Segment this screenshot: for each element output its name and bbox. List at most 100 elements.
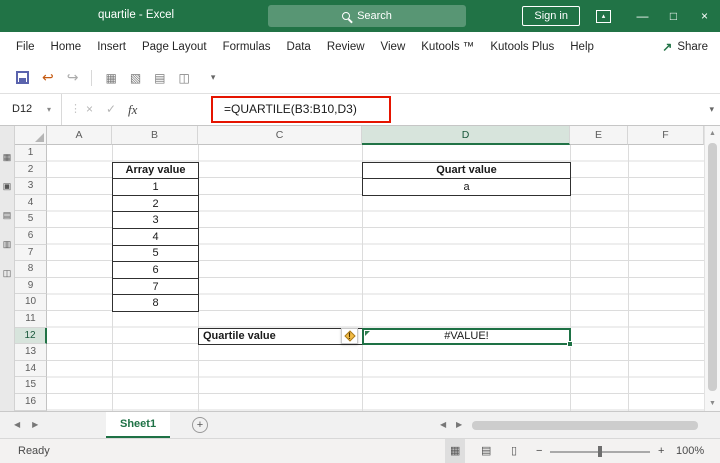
zoom-out-button[interactable]: − [536,439,542,463]
row-header-14[interactable]: 14 [15,361,47,378]
fill-handle[interactable] [567,341,573,347]
expand-formula-bar-icon[interactable]: ▾ [709,94,714,125]
formula-bar-divider: ⋮ [70,94,81,125]
cell-d2-quart-header[interactable]: Quart value [362,162,571,180]
customize-qat-icon[interactable]: ▾ [211,72,216,83]
next-sheet-icon[interactable]: ▶ [32,412,38,438]
pane-print-icon[interactable]: ▤ [3,210,12,220]
horizontal-scrollbar-thumb[interactable] [472,421,698,430]
cell-b4[interactable]: 2 [112,195,199,213]
tab-navigation: ◀ ▶ [14,412,38,438]
hscroll-left-icon[interactable]: ◀ [440,412,446,438]
view-page-break-icon[interactable]: ▯ [506,439,522,463]
cell-b9[interactable]: 7 [112,278,199,296]
cell-c12-label[interactable]: Quartile value [198,328,363,346]
zoom-slider-thumb[interactable] [598,446,602,457]
row-header-4[interactable]: 4 [15,195,47,212]
cell-b7[interactable]: 5 [112,245,199,263]
view-normal-icon[interactable]: ▦ [445,439,465,463]
tab-help[interactable]: Help [562,32,602,62]
row-header-10[interactable]: 10 [15,294,47,311]
vertical-scrollbar[interactable]: ▲ ▼ [704,126,720,411]
zoom-level[interactable]: 100% [676,439,704,463]
column-header-c[interactable]: C [198,126,362,145]
pane-columns-icon[interactable]: ▥ [3,239,12,249]
search-box[interactable]: Search [268,5,466,27]
name-box-dropdown-icon[interactable]: ▾ [47,94,51,125]
redo-icon[interactable]: ↪ [67,69,79,86]
tab-review[interactable]: Review [319,32,373,62]
cell-b3[interactable]: 1 [112,178,199,196]
tab-formulas[interactable]: Formulas [215,32,279,62]
row-header-8[interactable]: 8 [15,261,47,278]
hscroll-right-icon[interactable]: ▶ [456,412,462,438]
tab-insert[interactable]: Insert [89,32,134,62]
row-header-1[interactable]: 1 [15,145,47,162]
tab-kutools-plus[interactable]: Kutools Plus [482,32,562,62]
cell-b6[interactable]: 4 [112,228,199,246]
tab-home[interactable]: Home [43,32,90,62]
column-header-a[interactable]: A [47,126,112,145]
cell-b2-array-header[interactable]: Array value [112,162,199,180]
column-header-d[interactable]: D [362,126,570,145]
tab-view[interactable]: View [373,32,414,62]
row-header-16[interactable]: 16 [15,394,47,411]
tab-kutools[interactable]: Kutools ™ [413,32,482,62]
enter-icon[interactable]: ✓ [106,94,116,125]
row-header-5[interactable]: 5 [15,211,47,228]
row-header-7[interactable]: 7 [15,245,47,262]
qat-page-icon[interactable]: ▧ [130,71,141,85]
view-page-layout-icon[interactable]: ▤ [476,439,496,463]
row-header-2[interactable]: 2 [15,162,47,179]
pane-workbook-icon[interactable]: ▦ [3,152,12,162]
formula-input[interactable]: =QUARTILE(B3:B10,D3) [224,94,357,125]
row-header-3[interactable]: 3 [15,178,47,195]
tab-data[interactable]: Data [279,32,319,62]
select-all-corner[interactable] [15,126,47,145]
column-header-b[interactable]: B [112,126,198,145]
column-header-e[interactable]: E [570,126,628,145]
error-checking-button[interactable]: ! [341,328,358,344]
ribbon-display-options-icon[interactable]: ▴ [596,10,611,23]
undo-icon[interactable]: ↩ [42,69,54,86]
cell-b10[interactable]: 8 [112,294,199,312]
sheet-tab-sheet1[interactable]: Sheet1 [106,412,170,438]
cell-d12-result[interactable]: #VALUE! [362,328,571,346]
tab-file[interactable]: File [8,32,43,62]
cell-b8[interactable]: 6 [112,261,199,279]
pane-find-icon[interactable]: ◫ [3,268,12,278]
maximize-button[interactable]: □ [658,0,689,32]
cell-b5[interactable]: 3 [112,211,199,229]
pane-worksheet-icon[interactable]: ▣ [3,181,12,191]
scroll-down-icon[interactable]: ▼ [705,400,720,407]
qat-grid-icon[interactable]: ▦ [105,71,116,85]
vertical-scrollbar-thumb[interactable] [708,143,717,391]
status-bar: Ready ▦ ▤ ▯ − + 100% [0,438,720,463]
row-header-13[interactable]: 13 [15,344,47,361]
save-icon[interactable] [16,71,29,84]
share-button[interactable]: ↗ Share [662,32,708,62]
tab-page-layout[interactable]: Page Layout [134,32,215,62]
name-box[interactable]: D12 [0,94,62,125]
zoom-in-button[interactable]: + [658,439,664,463]
excel-window: quartile - Excel Search Sign in ▴ — □ × … [0,0,720,463]
cell-d3[interactable]: a [362,178,571,196]
cancel-icon[interactable]: × [86,94,93,125]
previous-sheet-icon[interactable]: ◀ [14,412,20,438]
row-header-15[interactable]: 15 [15,377,47,394]
column-header-f[interactable]: F [628,126,704,145]
scroll-up-icon[interactable]: ▲ [705,130,720,137]
sign-in-button[interactable]: Sign in [522,6,580,26]
row-header-12[interactable]: 12 [15,328,47,345]
row-header-6[interactable]: 6 [15,228,47,245]
row-header-11[interactable]: 11 [15,311,47,328]
insert-function-icon[interactable]: fx [128,94,137,125]
minimize-button[interactable]: — [627,0,658,32]
formula-bar: D12 ▾ ⋮ × ✓ fx =QUARTILE(B3:B10,D3) ▾ [0,94,720,126]
exclamation-icon: ! [342,331,357,342]
close-button[interactable]: × [689,0,720,32]
qat-window-icon[interactable]: ◫ [179,71,190,85]
qat-table-icon[interactable]: ▤ [154,71,165,85]
row-header-9[interactable]: 9 [15,278,47,295]
new-sheet-button[interactable]: + [192,417,208,433]
